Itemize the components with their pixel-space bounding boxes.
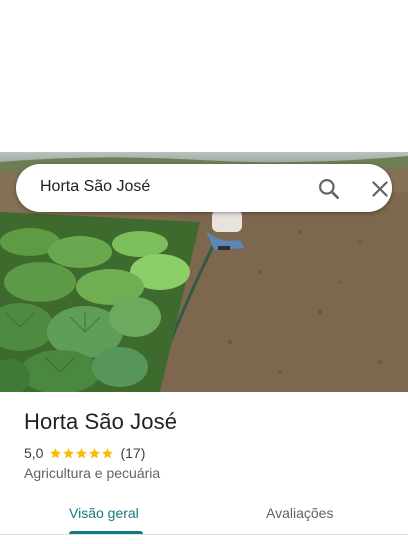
star-icon bbox=[76, 447, 88, 458]
star-icon bbox=[50, 447, 62, 458]
map-area-blank bbox=[0, 0, 408, 152]
star-icon bbox=[63, 447, 75, 458]
search-input[interactable]: Horta São José bbox=[40, 178, 150, 196]
place-category: Agricultura e pecuária bbox=[24, 465, 161, 481]
rating-value: 5,0 bbox=[24, 445, 44, 461]
tab-divider bbox=[0, 534, 408, 535]
search-icon[interactable] bbox=[316, 176, 342, 202]
place-title: Horta São José bbox=[24, 409, 178, 434]
star-icon bbox=[89, 447, 101, 458]
review-count[interactable]: (17) bbox=[120, 445, 145, 461]
tab-reviews[interactable]: Avaliações bbox=[266, 505, 333, 521]
rating-row[interactable]: 5,0 (17) bbox=[24, 444, 145, 462]
search-bar[interactable]: Horta São José bbox=[16, 164, 392, 212]
close-icon[interactable] bbox=[368, 177, 392, 201]
star-rating bbox=[49, 447, 114, 460]
star-icon bbox=[102, 447, 114, 458]
tab-overview[interactable]: Visão geral bbox=[69, 505, 139, 521]
